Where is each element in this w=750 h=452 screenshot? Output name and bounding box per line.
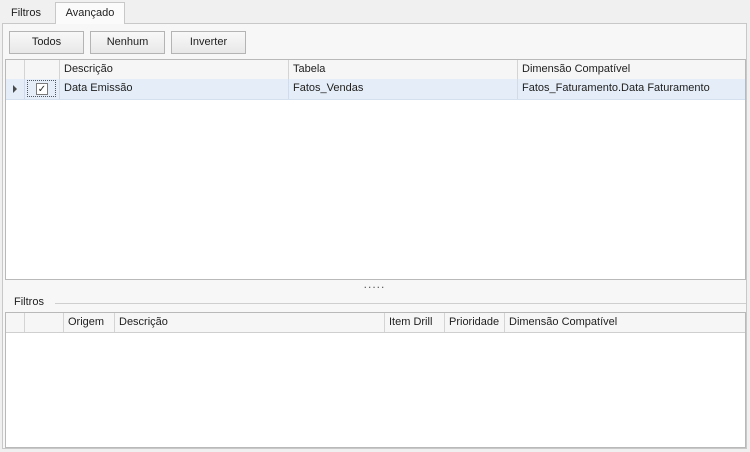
groupbox-title: Filtros [14, 296, 44, 308]
column-header-tabela[interactable]: Tabela [289, 60, 518, 79]
grid-header: Descrição Tabela Dimensão Compatível [6, 60, 745, 80]
cell-tabela[interactable]: Fatos_Vendas [289, 79, 518, 99]
column-header-descricao[interactable]: Descrição [60, 60, 289, 79]
row-indicator-header [6, 60, 25, 79]
focus-rect: ✓ [27, 80, 56, 97]
tab-strip: Filtros Avançado [0, 0, 750, 24]
splitter-grip-icon: ..... [363, 277, 386, 291]
cell-descricao[interactable]: Data Emissão [60, 79, 289, 99]
select-all-button[interactable]: Todos [9, 31, 84, 54]
column-header-descricao[interactable]: Descrição [115, 313, 385, 332]
row-pointer-icon [13, 85, 17, 93]
filters-groupbox: Filtros Origem Descrição Item Drill Prio… [5, 293, 746, 448]
dimensions-grid: Descrição Tabela Dimensão Compatível ✓ D… [5, 59, 746, 280]
cell-dimensao[interactable]: Fatos_Faturamento.Data Faturamento [518, 79, 745, 99]
filters-grid-header: Origem Descrição Item Drill Prioridade D… [6, 313, 745, 333]
tab-filtros[interactable]: Filtros [4, 4, 54, 23]
panel-splitter[interactable]: ..... [3, 277, 746, 292]
advanced-panel: Todos Nenhum Inverter Descrição Tabela D… [2, 23, 747, 449]
table-row[interactable]: ✓ Data Emissão Fatos_Vendas Fatos_Fatura… [6, 79, 745, 100]
groupbox-divider [55, 303, 746, 304]
check-column-header[interactable] [25, 313, 64, 332]
tab-avancado[interactable]: Avançado [55, 2, 125, 24]
row-indicator [6, 79, 25, 99]
column-header-dimensao[interactable]: Dimensão Compatível [518, 60, 745, 79]
column-header-origem[interactable]: Origem [64, 313, 115, 332]
row-check-cell[interactable]: ✓ [25, 79, 60, 99]
checkmark-icon: ✓ [37, 84, 47, 95]
invert-selection-button[interactable]: Inverter [171, 31, 246, 54]
row-checkbox[interactable]: ✓ [36, 83, 48, 95]
column-header-prioridade[interactable]: Prioridade [445, 313, 505, 332]
filters-grid: Origem Descrição Item Drill Prioridade D… [5, 312, 746, 448]
column-header-item-drill[interactable]: Item Drill [385, 313, 445, 332]
check-column-header[interactable] [25, 60, 60, 79]
column-header-dimensao[interactable]: Dimensão Compatível [505, 313, 745, 332]
row-indicator-header [6, 313, 25, 332]
select-none-button[interactable]: Nenhum [90, 31, 165, 54]
